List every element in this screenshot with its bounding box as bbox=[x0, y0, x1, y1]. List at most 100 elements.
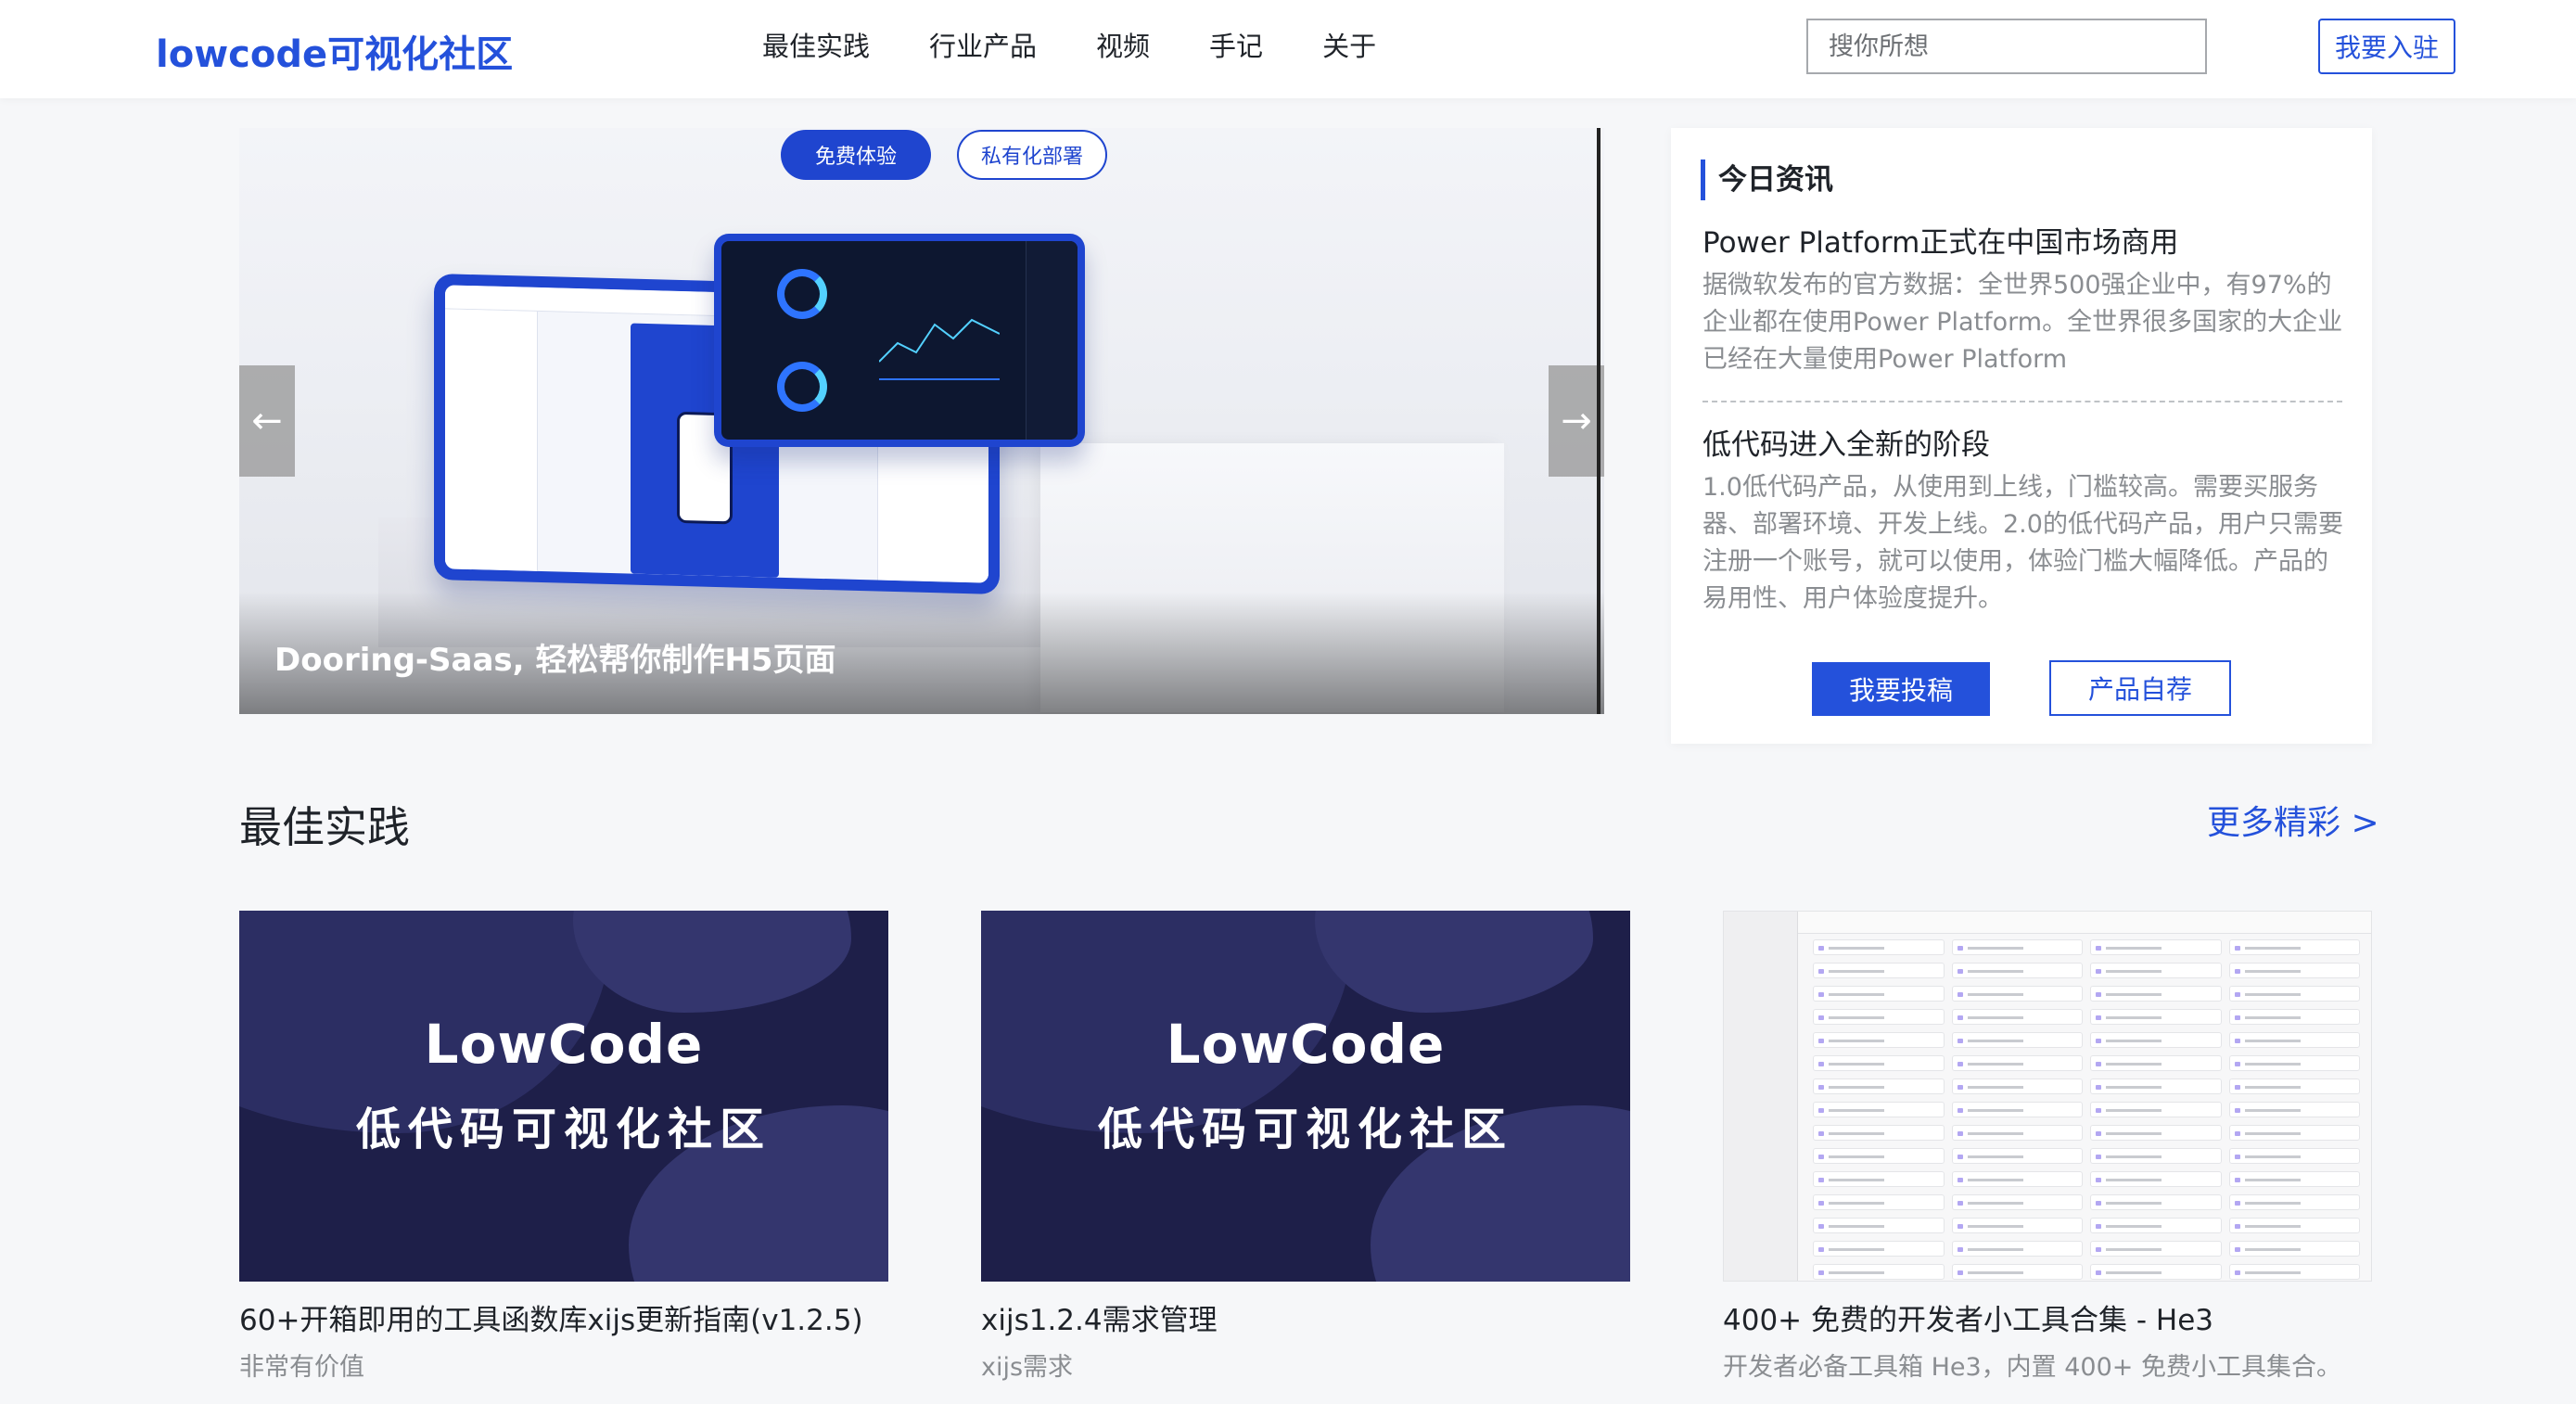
news-item-title[interactable]: 低代码进入全新的阶段 bbox=[1702, 421, 1990, 463]
cover-tool-cell bbox=[2090, 1264, 2222, 1280]
site-logo[interactable]: lowcode可视化社区 bbox=[156, 24, 513, 78]
card-title[interactable]: 400+ 免费的开发者小工具合集 - He3 bbox=[1723, 1296, 2213, 1338]
cover-tool-cell bbox=[1951, 1241, 2083, 1257]
cover-tool-cell bbox=[1951, 1079, 2083, 1094]
cover-tool-cell bbox=[1813, 986, 1945, 1002]
cover-tool-cell bbox=[2090, 1125, 2222, 1141]
cover-app-sidebar bbox=[1724, 912, 1798, 1281]
practice-card[interactable]: LowCode 低代码可视化社区 xijs1.2.4需求管理 xijs需求 bbox=[981, 911, 1630, 1404]
carousel-prev-arrow-icon[interactable]: ← bbox=[239, 365, 295, 477]
submit-article-button[interactable]: 我要投稿 bbox=[1812, 662, 1990, 716]
cover-tool-cell bbox=[2228, 1079, 2360, 1094]
nav-item-about[interactable]: 关于 bbox=[1322, 30, 1376, 63]
cover-tool-cell bbox=[1813, 1055, 1945, 1071]
banner-dashboard-tablet-image bbox=[714, 234, 1085, 447]
cover-tool-cell bbox=[2090, 1194, 2222, 1210]
nav-item-notes[interactable]: 手记 bbox=[1209, 30, 1263, 63]
cover-tool-cell bbox=[2228, 1264, 2360, 1280]
dashboard-side-panel bbox=[1026, 241, 1078, 440]
nav-item-videos[interactable]: 视频 bbox=[1096, 30, 1150, 63]
dashboard-ring-chart bbox=[777, 362, 827, 412]
card-cover-image bbox=[1723, 911, 2372, 1282]
cover-title-line: LowCode bbox=[424, 1013, 704, 1076]
carousel-next-arrow-icon[interactable]: → bbox=[1549, 365, 1604, 477]
cover-tool-cell bbox=[2228, 1032, 2360, 1048]
cover-tool-cell bbox=[2090, 986, 2222, 1002]
cover-tool-cell bbox=[1813, 1079, 1945, 1094]
card-description: xijs需求 bbox=[981, 1353, 1074, 1382]
news-divider bbox=[1702, 401, 2342, 402]
card-title[interactable]: 60+开箱即用的工具函数库xijs更新指南(v1.2.5) bbox=[239, 1296, 863, 1338]
free-trial-button[interactable]: 免费体验 bbox=[781, 130, 931, 180]
search-input[interactable] bbox=[1806, 19, 2207, 74]
cover-tool-cell bbox=[2090, 1241, 2222, 1257]
cover-tool-cell bbox=[2228, 1171, 2360, 1187]
cover-subtitle-line: 低代码可视化社区 bbox=[355, 1104, 772, 1155]
cover-tool-cell bbox=[2090, 1055, 2222, 1071]
news-heading: 今日资讯 bbox=[1701, 160, 1833, 200]
cover-tool-cell bbox=[1951, 1148, 2083, 1164]
cover-tool-cell bbox=[2228, 1194, 2360, 1210]
practice-card[interactable]: LowCode 低代码可视化社区 60+开箱即用的工具函数库xijs更新指南(v… bbox=[239, 911, 888, 1404]
cover-tool-cell bbox=[1813, 1171, 1945, 1187]
card-cover-image: LowCode 低代码可视化社区 bbox=[981, 911, 1630, 1282]
practice-card[interactable]: 400+ 免费的开发者小工具合集 - He3 开发者必备工具箱 He3，内置 4… bbox=[1723, 911, 2372, 1404]
cover-tool-cell bbox=[2228, 1218, 2360, 1233]
cover-tool-cell bbox=[1813, 1009, 1945, 1025]
cover-tool-cell bbox=[2090, 963, 2222, 978]
today-news-panel: 今日资讯 Power Platform正式在中国市场商用 据微软发布的官方数据：… bbox=[1671, 128, 2372, 744]
cover-tool-cell bbox=[1813, 963, 1945, 978]
dashboard-ring-chart bbox=[777, 269, 827, 319]
cover-tool-cell bbox=[1813, 1194, 1945, 1210]
cover-tool-cell bbox=[2228, 1102, 2360, 1117]
cover-tool-cell bbox=[2228, 939, 2360, 955]
cover-tool-cell bbox=[1951, 963, 2083, 978]
cover-tool-cell bbox=[1951, 1055, 2083, 1071]
cover-tool-cell bbox=[2090, 1148, 2222, 1164]
cover-title-line: LowCode bbox=[1166, 1013, 1446, 1076]
cover-tool-cell bbox=[2228, 1241, 2360, 1257]
join-button[interactable]: 我要入驻 bbox=[2318, 19, 2455, 74]
cover-tool-cell bbox=[2090, 1079, 2222, 1094]
cover-tool-cell bbox=[2090, 1218, 2222, 1233]
product-recommend-button[interactable]: 产品自荐 bbox=[2049, 660, 2231, 716]
top-header: lowcode可视化社区 最佳实践 行业产品 视频 手记 关于 我要入驻 bbox=[0, 0, 2576, 98]
card-description: 非常有价值 bbox=[239, 1353, 364, 1382]
cover-tool-cell bbox=[2090, 1009, 2222, 1025]
cover-tool-cell bbox=[2090, 1032, 2222, 1048]
main-nav: 最佳实践 行业产品 视频 手记 关于 bbox=[762, 30, 1435, 63]
cover-tool-cell bbox=[1951, 1264, 2083, 1280]
cover-tool-cell bbox=[1951, 1102, 2083, 1117]
cover-decor-blob bbox=[573, 911, 851, 1013]
news-item-title[interactable]: Power Platform正式在中国市场商用 bbox=[1702, 219, 2178, 261]
news-item-body: 据微软发布的官方数据：全世界500强企业中，有97%的企业都在使用Power P… bbox=[1702, 271, 2343, 374]
cover-tool-cell bbox=[1813, 1241, 1945, 1257]
private-deploy-button[interactable]: 私有化部署 bbox=[957, 130, 1107, 180]
carousel-caption: Dooring-Saas, 轻松帮你制作H5页面 bbox=[274, 642, 836, 679]
cover-tool-cell bbox=[1813, 1102, 1945, 1117]
dashboard-line-svg bbox=[879, 318, 1000, 363]
cover-tool-cell bbox=[1951, 1194, 2083, 1210]
nav-item-industry-products[interactable]: 行业产品 bbox=[929, 30, 1037, 63]
carousel-edge-divider bbox=[1597, 128, 1600, 714]
cover-tool-cell bbox=[1813, 1125, 1945, 1141]
best-practice-title: 最佳实践 bbox=[239, 802, 410, 852]
cover-subtitle-line: 低代码可视化社区 bbox=[1097, 1104, 1513, 1155]
cover-app-toolbar bbox=[1798, 912, 2371, 934]
cover-tool-cell bbox=[1813, 1218, 1945, 1233]
card-cover-image: LowCode 低代码可视化社区 bbox=[239, 911, 888, 1282]
cover-tool-cell bbox=[2228, 963, 2360, 978]
cover-tool-cell bbox=[1951, 1171, 2083, 1187]
cover-tool-cell bbox=[2090, 1102, 2222, 1117]
card-title[interactable]: xijs1.2.4需求管理 bbox=[981, 1296, 1218, 1338]
cover-tool-cell bbox=[2090, 939, 2222, 955]
cover-tool-cell bbox=[1813, 1032, 1945, 1048]
dashboard-screen bbox=[721, 241, 1078, 440]
nav-item-best-practice[interactable]: 最佳实践 bbox=[762, 30, 870, 63]
news-item-body: 1.0低代码产品，从使用到上线，门槛较高。需要买服务器、部署环境、开发上线。2.… bbox=[1702, 473, 2343, 613]
more-link[interactable]: 更多精彩 > bbox=[2207, 796, 2379, 844]
cover-tool-cell bbox=[1951, 1032, 2083, 1048]
cover-tool-cell bbox=[1813, 1148, 1945, 1164]
banner-carousel[interactable]: 免费体验 私有化部署 Dooring-Saas, 轻松帮你制作H5页面 ← → bbox=[239, 128, 1604, 714]
cover-decor-blob bbox=[1315, 911, 1593, 1013]
